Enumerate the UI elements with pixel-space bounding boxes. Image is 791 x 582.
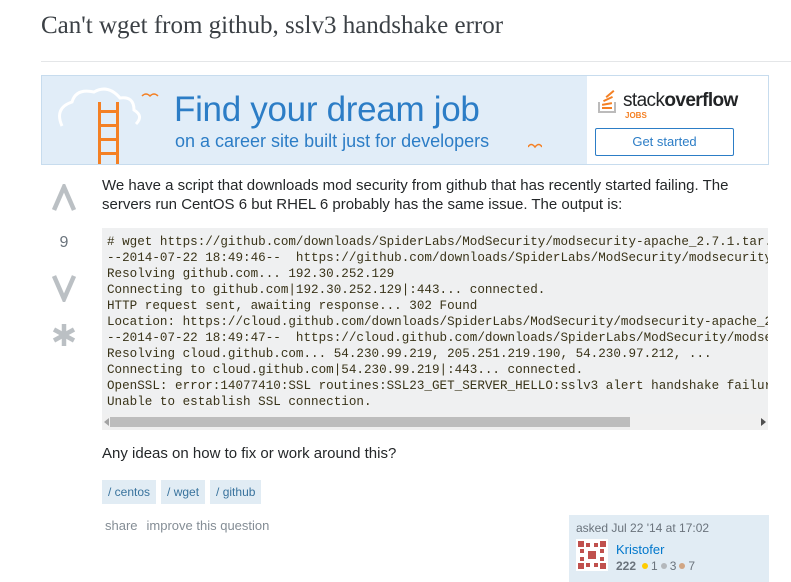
code-line: Resolving github.com... 192.30.252.129 [107,267,395,281]
code-lines: # wget https://github.com/downloads/Spid… [107,234,768,410]
code-block: # wget https://github.com/downloads/Spid… [102,228,768,430]
code-line: OpenSSL: error:14077410:SSL routines:SSL… [107,379,768,393]
user-name-link[interactable]: Kristofer [616,542,664,557]
ad-headline: Find your dream job [174,90,480,129]
chevron-down-icon[interactable] [50,274,78,302]
ladder-cloud-illustration [58,87,159,164]
scrollbar-thumb[interactable] [110,417,630,427]
ad-brand-panel: stackoverflow JOBS Get started [587,76,768,164]
share-link[interactable]: share [105,518,138,533]
tag-github[interactable]: / github [210,480,262,504]
stackoverflow-jobs-logo: stackoverflow JOBS [597,86,738,120]
code-line: # wget https://github.com/downloads/Spid… [107,235,768,249]
owner-card: asked Jul 22 '14 at 17:02 Kristofer 222 … [569,515,769,582]
chevron-up-icon[interactable] [50,184,78,212]
asked-timestamp: asked Jul 22 '14 at 17:02 [576,521,710,535]
code-line: Unable to establish SSL connection. [107,395,372,409]
question-title[interactable]: Can't wget from github, sslv3 handshake … [41,12,503,40]
silver-badge-icon [660,563,667,569]
scroll-right-arrow-icon[interactable] [761,418,766,426]
tag-centos[interactable]: / centos [102,480,157,504]
bird-icon [528,143,542,149]
question-body-paragraph: Any ideas on how to fix or work around t… [102,445,397,462]
post-menu: share improve this question [105,518,269,533]
question-body-paragraph: We have a script that downloads mod secu… [102,177,729,213]
scroll-left-arrow-icon[interactable] [104,418,109,426]
brand-light-text: stack [623,90,665,111]
jobs-ad-banner[interactable]: Find your dream job on a career site bui… [41,75,769,165]
horizontal-scrollbar[interactable] [102,414,768,430]
brand-bold-text: overflow [664,90,738,111]
tag-wget[interactable]: / wget [161,480,206,504]
bronze-badge-count: 7 [688,559,696,573]
gold-badge-icon [642,563,649,569]
user-reputation: 222 1 3 7 [616,559,695,573]
code-line: Location: https://cloud.github.com/downl… [107,315,768,329]
bronze-badge-icon [679,563,686,569]
get-started-button[interactable]: Get started [595,128,734,156]
code-line: HTTP request sent, awaiting response... … [107,299,478,313]
reputation-score: 222 [616,559,637,573]
ad-subline: on a career site built just for develope… [175,131,490,151]
code-line: Connecting to github.com|192.30.252.129|… [107,283,546,297]
brand-jobs-text: JOBS [625,111,647,120]
silver-badge-count: 3 [669,559,677,573]
improve-question-link[interactable]: improve this question [147,518,270,533]
stack-logo-icon [598,90,616,113]
code-line: Connecting to cloud.github.com|54.230.99… [107,363,584,377]
gold-badge-count: 1 [651,559,658,573]
tag-list: / centos / wget / github [102,480,262,504]
code-line: --2014-07-22 18:49:47-- https://cloud.gi… [107,331,768,345]
code-line: --2014-07-22 18:49:46-- https://github.c… [107,251,768,265]
code-line: Resolving cloud.github.com... 54.230.99.… [107,347,712,361]
vote-count: 9 [59,234,69,251]
title-divider [41,61,791,62]
star-icon[interactable] [51,322,77,348]
avatar[interactable] [576,539,608,571]
